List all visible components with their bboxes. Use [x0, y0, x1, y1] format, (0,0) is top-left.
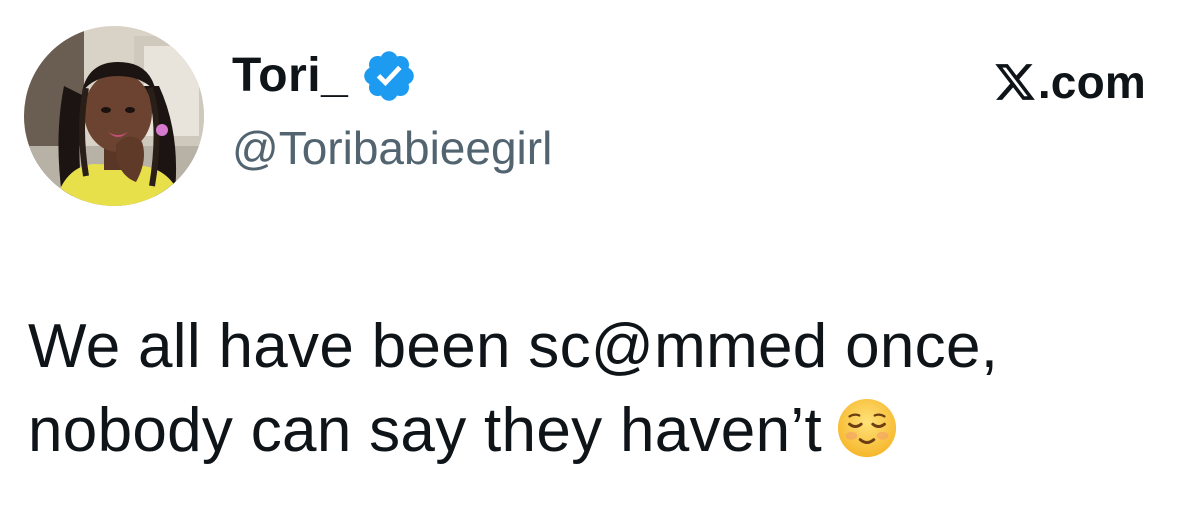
- verified-badge-icon[interactable]: [360, 47, 418, 105]
- tweet-text-line: We all have been sc@mmed once,: [28, 312, 999, 381]
- brand-domain-text: .com: [1037, 56, 1146, 108]
- author-handle[interactable]: @Toribabieegirl: [232, 122, 552, 175]
- profile-avatar[interactable]: [24, 26, 204, 206]
- author-display-name[interactable]: Tori_: [232, 52, 348, 100]
- brand-source[interactable]: .com: [993, 54, 1146, 110]
- tweet-text-line: nobody can say they haven’t: [28, 396, 822, 465]
- author-name-row: Tori_: [232, 44, 418, 108]
- tweet-body: We all have been sc@mmed once, nobody ca…: [28, 305, 1168, 473]
- x-logo-icon: [993, 60, 1037, 104]
- tweet-text-line-with-emoji: nobody can say they haven’t: [28, 389, 1168, 473]
- relieved-face-emoji-icon: [836, 397, 898, 459]
